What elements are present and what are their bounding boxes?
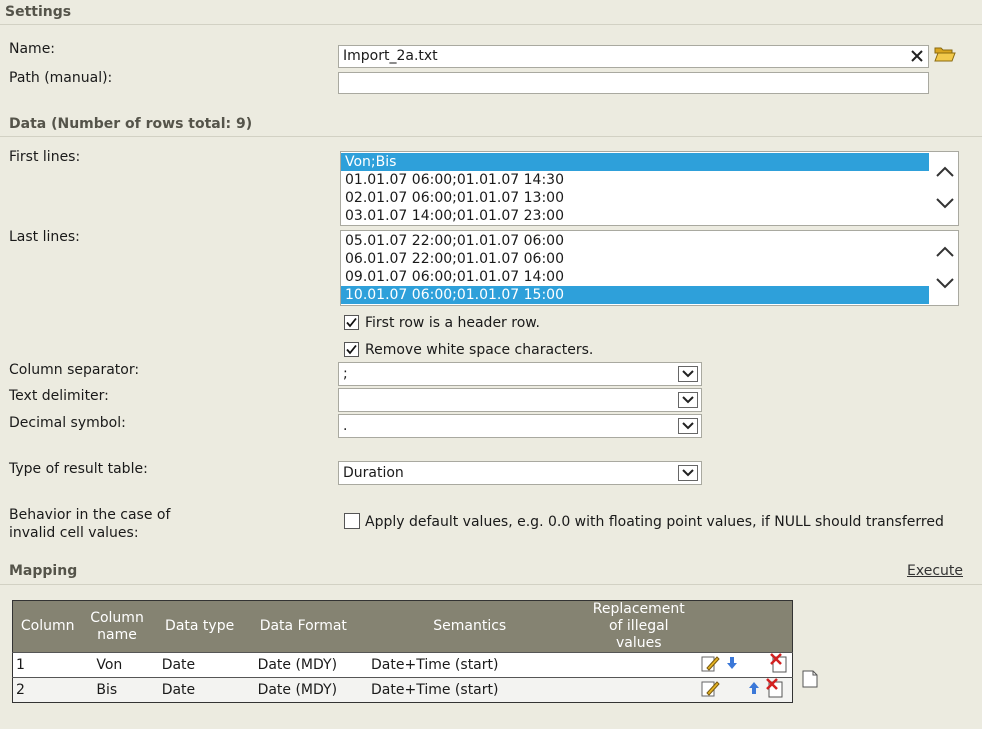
edit-icon[interactable]	[700, 679, 720, 701]
cell-type: Date	[151, 677, 248, 703]
chevron-down-icon[interactable]	[678, 418, 698, 434]
cell-semantics: Date+Time (start)	[359, 677, 581, 703]
decimal-symbol-value: .	[343, 418, 348, 434]
default-values-checkbox[interactable]	[344, 513, 360, 529]
column-separator-label: Column separator:	[9, 362, 140, 378]
cell-column: 1	[12, 652, 83, 678]
chevron-down-icon[interactable]	[678, 392, 698, 408]
cell-name: Bis	[82, 677, 152, 703]
data-section-title: Data (Number of rows total: 9)	[9, 116, 253, 132]
result-type-select[interactable]: Duration	[338, 461, 702, 485]
column-separator-select[interactable]: ;	[338, 362, 702, 386]
cell-column: 2	[12, 677, 83, 703]
table-header-row: Column Column name Data type Data Format…	[12, 600, 793, 653]
whitespace-label: Remove white space characters.	[365, 342, 594, 358]
col-header-column: Column	[12, 600, 83, 653]
folder-open-icon[interactable]	[934, 45, 956, 67]
execute-link[interactable]: Execute	[907, 563, 963, 579]
chevron-down-icon[interactable]	[935, 277, 955, 291]
list-item[interactable]: 01.01.07 06:00;01.01.07 14:30	[341, 171, 929, 189]
cell-replacement	[580, 677, 698, 703]
path-input[interactable]	[338, 72, 929, 94]
default-values-label: Apply default values, e.g. 0.0 with floa…	[365, 514, 944, 530]
list-item[interactable]: 05.01.07 22:00;01.01.07 06:00	[341, 232, 929, 250]
cell-format: Date (MDY)	[247, 677, 360, 703]
last-lines-label: Last lines:	[9, 229, 80, 245]
cell-actions	[697, 677, 793, 703]
cell-name: Von	[82, 652, 152, 678]
chevron-down-icon[interactable]	[935, 197, 955, 211]
first-lines-list[interactable]: Von;Bis 01.01.07 06:00;01.01.07 14:30 02…	[340, 151, 959, 226]
whitespace-checkbox[interactable]	[344, 342, 359, 357]
cell-format: Date (MDY)	[247, 652, 360, 678]
path-label: Path (manual):	[9, 70, 113, 86]
last-lines-list[interactable]: 05.01.07 22:00;01.01.07 06:00 06.01.07 2…	[340, 230, 959, 306]
first-lines-scrollbar[interactable]	[932, 152, 958, 225]
header-row-checkbox[interactable]	[344, 315, 359, 330]
list-item[interactable]: 02.01.07 06:00;01.01.07 13:00	[341, 189, 929, 207]
decimal-symbol-select[interactable]: .	[338, 414, 702, 438]
last-lines-scrollbar[interactable]	[932, 231, 958, 305]
chevron-up-icon[interactable]	[935, 166, 955, 180]
settings-section-title: Settings	[5, 4, 72, 20]
clear-icon[interactable]	[911, 48, 923, 67]
col-header-actions	[697, 600, 793, 653]
mapping-table: Column Column name Data type Data Format…	[12, 600, 793, 703]
result-type-label: Type of result table:	[9, 461, 148, 477]
cell-type: Date	[151, 652, 248, 678]
edit-icon[interactable]	[700, 654, 720, 676]
name-label: Name:	[9, 41, 56, 57]
column-separator-value: ;	[343, 366, 348, 382]
list-item[interactable]: Von;Bis	[341, 153, 929, 171]
col-header-semantics: Semantics	[359, 600, 581, 653]
chevron-down-icon[interactable]	[678, 366, 698, 382]
first-lines-label: First lines:	[9, 149, 81, 165]
delete-icon[interactable]	[765, 678, 785, 702]
mapping-section-title: Mapping	[9, 563, 78, 579]
header-row-label: First row is a header row.	[365, 315, 540, 331]
cell-replacement	[580, 652, 698, 678]
col-header-name: Column name	[82, 600, 152, 653]
list-item[interactable]: 10.01.07 06:00;01.01.07 15:00	[341, 286, 929, 304]
result-type-value: Duration	[343, 465, 404, 481]
new-document-icon[interactable]	[802, 670, 818, 692]
delete-icon[interactable]	[769, 653, 789, 677]
col-header-type: Data type	[151, 600, 248, 653]
invalid-behavior-label-line2: invalid cell values:	[9, 525, 139, 541]
list-item[interactable]: 06.01.07 22:00;01.01.07 06:00	[341, 250, 929, 268]
table-row[interactable]: 1 Von Date Date (MDY) Date+Time (start)	[12, 652, 793, 678]
table-row[interactable]: 2 Bis Date Date (MDY) Date+Time (start)	[12, 677, 793, 703]
chevron-down-icon[interactable]	[678, 465, 698, 481]
name-input-value: Import_2a.txt	[343, 48, 438, 64]
text-delimiter-select[interactable]	[338, 388, 702, 412]
text-delimiter-label: Text delimiter:	[9, 388, 109, 404]
chevron-up-icon[interactable]	[935, 246, 955, 260]
arrow-up-icon[interactable]	[747, 681, 761, 699]
data-divider	[0, 136, 982, 137]
decimal-symbol-label: Decimal symbol:	[9, 415, 126, 431]
col-header-format: Data Format	[247, 600, 360, 653]
cell-semantics: Date+Time (start)	[359, 652, 581, 678]
arrow-down-icon[interactable]	[725, 656, 739, 674]
mapping-divider	[0, 584, 982, 585]
cell-actions	[697, 652, 793, 678]
invalid-behavior-label-line1: Behavior in the case of	[9, 507, 171, 523]
settings-divider	[0, 24, 982, 25]
list-item[interactable]: 09.01.07 06:00;01.01.07 14:00	[341, 268, 929, 286]
col-header-replacement: Replacement of illegal values	[580, 600, 698, 653]
list-item[interactable]: 03.01.07 14:00;01.01.07 23:00	[341, 207, 929, 225]
name-input[interactable]: Import_2a.txt	[338, 45, 929, 68]
